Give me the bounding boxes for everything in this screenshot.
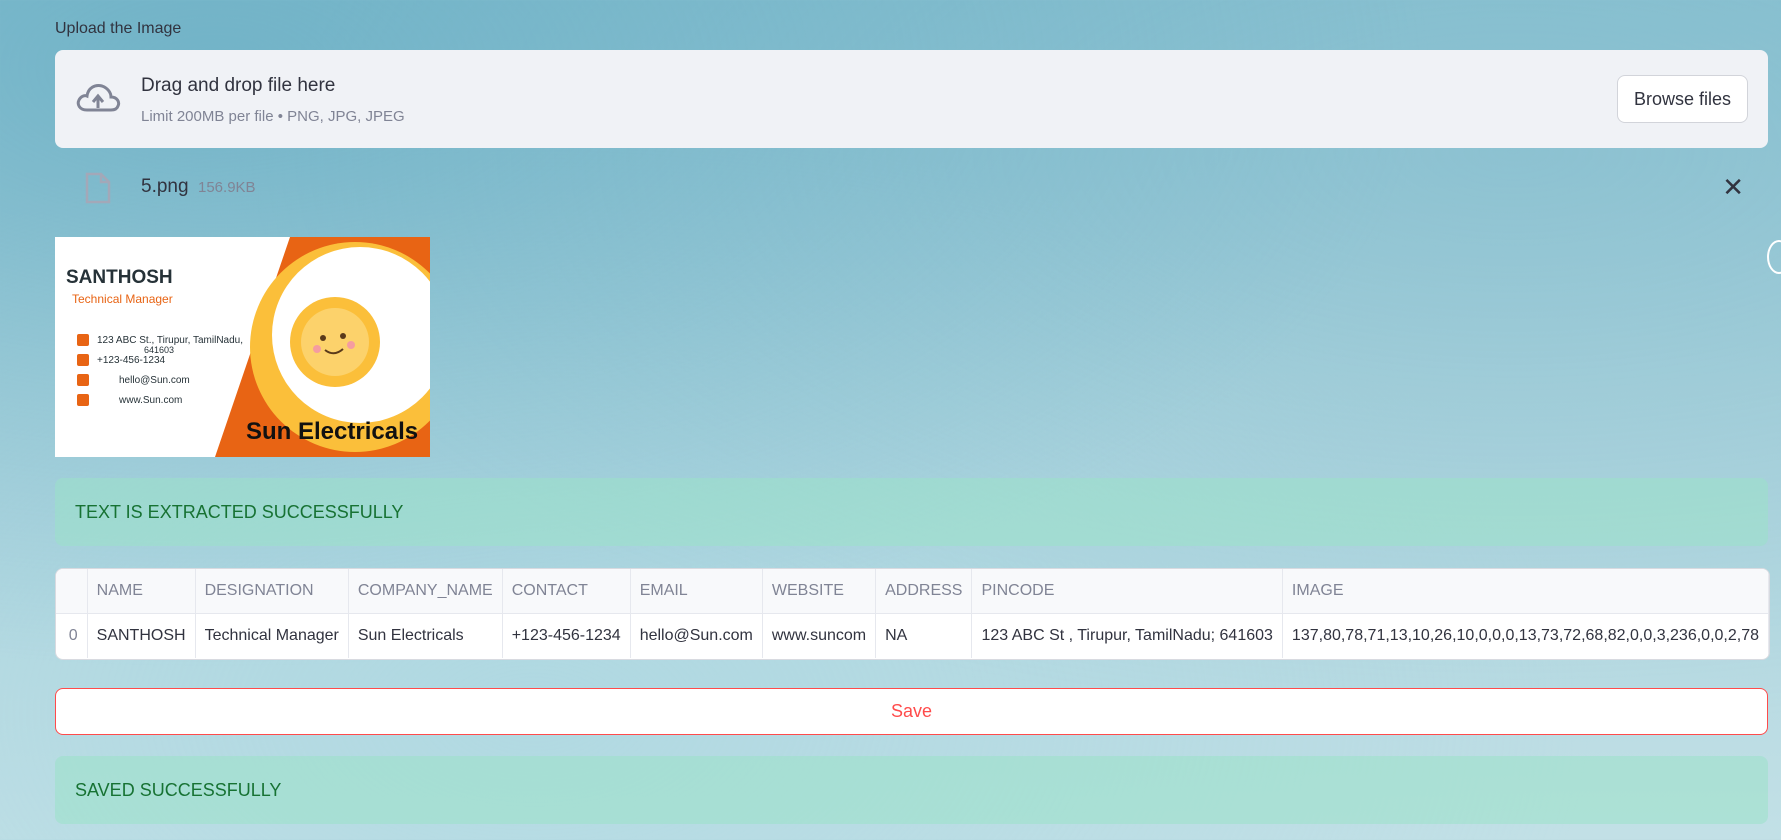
card-phone: +123-456-1234 [97, 354, 166, 366]
table-cell-address[interactable]: NA [875, 613, 973, 658]
file-size: 156.9KB [198, 179, 256, 196]
location-icon [77, 334, 89, 346]
table-cell-name[interactable]: SANTHOSH [87, 613, 196, 658]
card-email: hello@Sun.com [119, 374, 190, 386]
table-cell-pincode[interactable]: 123 ABC St , Tirupur, TamilNadu; 641603 [971, 613, 1283, 658]
dropzone-limit-text: Limit 200MB per file • PNG, JPG, JPEG [141, 108, 405, 125]
saved-success-alert: SAVED SUCCESSFULLY [55, 756, 1768, 824]
table-row: 0 SANTHOSH Technical Manager Sun Electri… [56, 613, 1769, 658]
table-cell-company[interactable]: Sun Electricals [348, 613, 503, 658]
table-cell-index[interactable]: 0 [56, 613, 88, 658]
table-cell-contact[interactable]: +123-456-1234 [502, 613, 631, 658]
sidebar-toggle-handle[interactable] [1767, 240, 1781, 274]
table-header-row: NAME DESIGNATION COMPANY_NAME CONTACT EM… [56, 569, 1769, 614]
business-card-image: SANTHOSH Technical Manager 123 ABC St., … [55, 237, 430, 457]
table-cell-image[interactable]: 137,80,78,71,13,10,26,10,0,0,0,13,73,72,… [1282, 613, 1769, 658]
table-cell-designation[interactable]: Technical Manager [195, 613, 349, 658]
table-cell-website[interactable]: www.suncom [762, 613, 877, 658]
column-header[interactable]: CONTACT [502, 569, 631, 614]
dropzone-title: Drag and drop file here [141, 75, 336, 96]
card-company: Sun Electricals [246, 418, 419, 445]
extracted-success-alert: TEXT IS EXTRACTED SUCCESSFULLY [55, 478, 1768, 546]
column-header[interactable]: IMAGE [1282, 569, 1769, 614]
card-name: SANTHOSH [66, 267, 173, 288]
column-header[interactable]: WEBSITE [762, 569, 877, 614]
remove-file-icon[interactable]: ✕ [1722, 172, 1744, 203]
card-phone-row: +123-456-1234 [77, 354, 165, 366]
phone-icon [77, 354, 89, 366]
column-header[interactable]: ADDRESS [875, 569, 973, 614]
column-header[interactable]: DESIGNATION [195, 569, 349, 614]
card-title: Technical Manager [72, 292, 173, 306]
column-header[interactable]: PINCODE [971, 569, 1283, 614]
card-website: www.Sun.com [119, 394, 183, 406]
file-name: 5.png [141, 176, 189, 197]
file-icon [85, 172, 111, 204]
file-dropzone[interactable]: Drag and drop file here Limit 200MB per … [55, 50, 1768, 148]
column-header[interactable]: EMAIL [630, 569, 763, 614]
cloud-upload-icon [76, 84, 121, 112]
browse-files-button[interactable]: Browse files [1616, 75, 1748, 123]
table-cell-email[interactable]: hello@Sun.com [630, 613, 763, 658]
card-website-row: www.Sun.com [77, 394, 182, 406]
column-header[interactable]: COMPANY_NAME [348, 569, 503, 614]
results-table[interactable]: NAME DESIGNATION COMPANY_NAME CONTACT EM… [55, 568, 1770, 660]
column-header[interactable]: NAME [87, 569, 196, 614]
mail-icon [77, 374, 89, 386]
uploaded-file-row: 5.png 156.9KB ✕ [55, 170, 1768, 210]
card-email-row: hello@Sun.com [77, 374, 190, 386]
column-header[interactable] [56, 569, 88, 614]
save-button[interactable]: Save [55, 688, 1768, 735]
card-address: 123 ABC St., Tirupur, TamilNadu, [97, 334, 244, 346]
globe-icon [77, 394, 89, 406]
upload-label: Upload the Image [55, 20, 182, 37]
